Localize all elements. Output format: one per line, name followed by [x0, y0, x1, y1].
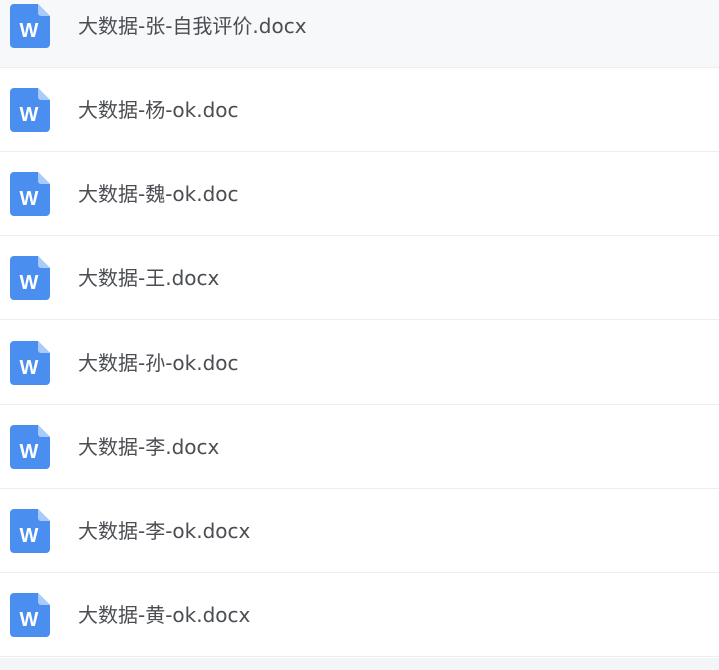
word-document-icon: W [10, 87, 50, 132]
word-document-icon: W [10, 340, 50, 385]
file-list-item[interactable]: W 大数据-李-ok.docx [0, 489, 719, 573]
file-list-item[interactable]: W 大数据-孙-ok.doc [0, 321, 719, 405]
list-bottom-divider [0, 658, 719, 670]
word-document-icon: W [10, 255, 50, 300]
file-list-item[interactable]: W 大数据-张-自我评价.docx [0, 0, 719, 68]
word-document-icon: W [10, 3, 50, 48]
word-document-icon: W [10, 592, 50, 637]
file-name: 大数据-孙-ok.doc [78, 350, 239, 375]
word-icon-letter: W [20, 525, 39, 547]
word-icon-letter: W [20, 441, 39, 463]
file-list: W 大数据-张-自我评价.docx W 大数据-杨-ok.doc W 大数据-魏… [0, 0, 719, 670]
word-icon-letter: W [20, 104, 39, 126]
file-name: 大数据-杨-ok.doc [78, 97, 239, 122]
file-name: 大数据-魏-ok.doc [78, 181, 239, 206]
word-document-icon: W [10, 171, 50, 216]
word-icon-letter: W [20, 188, 39, 210]
word-document-icon: W [10, 424, 50, 469]
word-icon-letter: W [20, 272, 39, 294]
file-name: 大数据-王.docx [78, 265, 220, 290]
file-name: 大数据-李.docx [78, 434, 220, 459]
file-list-item[interactable]: W 大数据-李.docx [0, 405, 719, 489]
file-name: 大数据-黄-ok.docx [78, 602, 251, 627]
word-icon-letter: W [20, 20, 39, 42]
word-icon-letter: W [20, 609, 39, 631]
file-list-item[interactable]: W 大数据-杨-ok.doc [0, 68, 719, 152]
file-list-item[interactable]: W 大数据-黄-ok.docx [0, 573, 719, 657]
word-document-icon: W [10, 508, 50, 553]
file-list-item[interactable]: W 大数据-魏-ok.doc [0, 152, 719, 236]
word-icon-letter: W [20, 357, 39, 379]
file-name: 大数据-张-自我评价.docx [78, 13, 307, 38]
file-list-item[interactable]: W 大数据-王.docx [0, 236, 719, 320]
file-name: 大数据-李-ok.docx [78, 518, 251, 543]
